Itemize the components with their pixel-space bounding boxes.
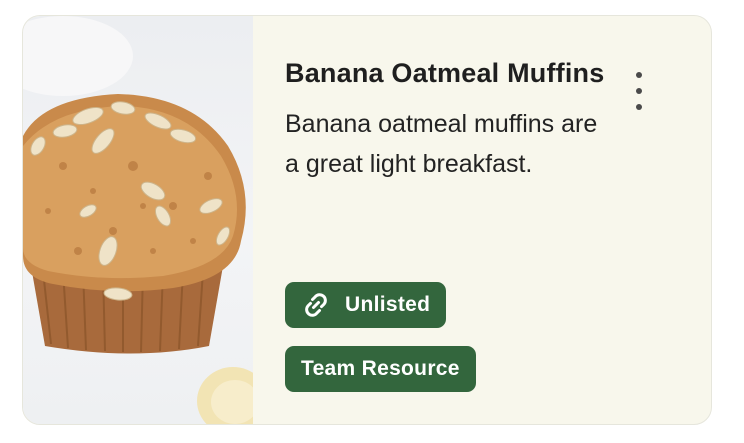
team-resource-chip[interactable]: Team Resource [285,346,476,392]
recipe-description: Banana oatmeal muffins are a great light… [285,110,598,178]
recipe-thumbnail-image[interactable] [23,16,253,424]
recipe-title[interactable]: Banana Oatmeal Muffins [285,52,635,94]
team-resource-chip-label: Team Resource [301,357,460,380]
unlisted-chip[interactable]: Unlisted [285,282,447,328]
more-vert-icon-dot-3 [636,104,642,110]
unlisted-chip-label: Unlisted [345,293,431,316]
recipe-card-content: Banana Oatmeal Muffins Banana oatmeal mu… [285,52,635,184]
muffin-illustration [23,16,253,424]
more-vert-icon-dot-2 [636,88,642,94]
more-options-button[interactable] [623,66,655,116]
more-vert-icon [636,72,642,78]
link-icon [305,293,327,317]
recipe-card[interactable]: Banana Oatmeal Muffins Banana oatmeal mu… [22,15,712,425]
